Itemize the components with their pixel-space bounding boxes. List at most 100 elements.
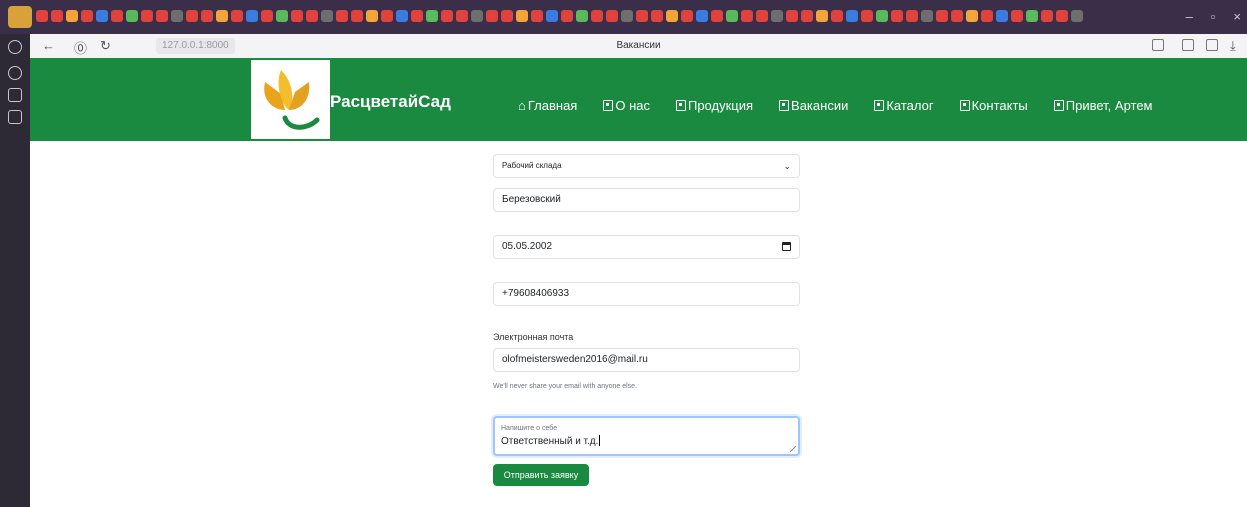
tab-favicon-icon[interactable] bbox=[336, 10, 348, 22]
tab-favicon-icon[interactable] bbox=[411, 10, 423, 22]
tab-favicon-icon[interactable] bbox=[741, 10, 753, 22]
submit-button[interactable]: Отправить заявку bbox=[493, 464, 589, 486]
tab-favicon-icon[interactable] bbox=[666, 10, 678, 22]
email-field[interactable]: olofmeistersweden2016@mail.ru bbox=[493, 348, 800, 372]
bookmark-icon[interactable] bbox=[1152, 39, 1164, 51]
tab-favicon-icon[interactable] bbox=[471, 10, 483, 22]
tab-favicon-icon[interactable] bbox=[291, 10, 303, 22]
tab-favicon-icon[interactable] bbox=[141, 10, 153, 22]
tab-favicon-icon[interactable] bbox=[681, 10, 693, 22]
nav-item-6[interactable]: Привет, Артем bbox=[1053, 98, 1153, 113]
screenshot-icon[interactable] bbox=[1182, 39, 1194, 51]
tab-favicon-icon[interactable] bbox=[576, 10, 588, 22]
tab-favicon-icon[interactable] bbox=[966, 10, 978, 22]
nav-item-5[interactable]: Контакты bbox=[959, 98, 1028, 113]
tab-favicon-icon[interactable] bbox=[846, 10, 858, 22]
minimize-icon[interactable]: – bbox=[1186, 9, 1193, 24]
tab-favicon-icon[interactable] bbox=[486, 10, 498, 22]
tab-favicon-icon[interactable] bbox=[621, 10, 633, 22]
nav-item-1[interactable]: О нас bbox=[603, 98, 650, 113]
tab-favicon-icon[interactable] bbox=[381, 10, 393, 22]
close-icon[interactable]: × bbox=[1233, 9, 1241, 24]
history-icon[interactable] bbox=[8, 40, 22, 54]
tab-favicon-icon[interactable] bbox=[921, 10, 933, 22]
tab-favicon-icon[interactable] bbox=[441, 10, 453, 22]
tab-favicon-icon[interactable] bbox=[1026, 10, 1038, 22]
tab-favicon-icon[interactable] bbox=[696, 10, 708, 22]
tab-favicon-icon[interactable] bbox=[891, 10, 903, 22]
tab-favicon-icon[interactable] bbox=[606, 10, 618, 22]
tab-favicon-icon[interactable] bbox=[561, 10, 573, 22]
tab-favicon-icon[interactable] bbox=[201, 10, 213, 22]
site-brand[interactable]: РасцветайСад bbox=[330, 92, 451, 112]
tab-favicon-icon[interactable] bbox=[1041, 10, 1053, 22]
player-icon[interactable] bbox=[8, 66, 22, 80]
calendar-icon[interactable] bbox=[782, 242, 791, 251]
tab-favicon-icon[interactable] bbox=[906, 10, 918, 22]
tab-favicon-icon[interactable] bbox=[636, 10, 648, 22]
tab-favicon-icon[interactable] bbox=[651, 10, 663, 22]
tab-favicon-icon[interactable] bbox=[51, 10, 63, 22]
birth-date-field[interactable]: 05.05.2002 bbox=[493, 235, 800, 259]
tab-favicon-icon[interactable] bbox=[711, 10, 723, 22]
tab-strip[interactable] bbox=[36, 8, 1126, 26]
tab-favicon-icon[interactable] bbox=[996, 10, 1008, 22]
tab-favicon-icon[interactable] bbox=[831, 10, 843, 22]
tab-favicon-icon[interactable] bbox=[1056, 10, 1068, 22]
tab-favicon-icon[interactable] bbox=[366, 10, 378, 22]
tab-favicon-icon[interactable] bbox=[396, 10, 408, 22]
tab-favicon-icon[interactable] bbox=[216, 10, 228, 22]
extensions-icon[interactable] bbox=[1206, 39, 1218, 51]
tab-favicon-icon[interactable] bbox=[801, 10, 813, 22]
tab-favicon-icon[interactable] bbox=[111, 10, 123, 22]
surname-field[interactable]: Березовский bbox=[493, 188, 800, 212]
tab-favicon-icon[interactable] bbox=[516, 10, 528, 22]
tab-favicon-icon[interactable] bbox=[306, 10, 318, 22]
tab-favicon-icon[interactable] bbox=[81, 10, 93, 22]
position-select[interactable]: Рабочий склада ⌄ bbox=[493, 154, 800, 178]
tab-favicon-icon[interactable] bbox=[591, 10, 603, 22]
tab-favicon-icon[interactable] bbox=[1071, 10, 1083, 22]
tab-favicon-icon[interactable] bbox=[816, 10, 828, 22]
tab-favicon-icon[interactable] bbox=[96, 10, 108, 22]
download-icon[interactable]: ⤓ bbox=[1230, 38, 1236, 54]
tab-favicon-icon[interactable] bbox=[756, 10, 768, 22]
tab-favicon-icon[interactable] bbox=[531, 10, 543, 22]
tab-favicon-icon[interactable] bbox=[786, 10, 798, 22]
tab-favicon-icon[interactable] bbox=[501, 10, 513, 22]
maximize-icon[interactable]: ▫ bbox=[1211, 9, 1216, 24]
tab-favicon-icon[interactable] bbox=[771, 10, 783, 22]
tab-favicon-icon[interactable] bbox=[861, 10, 873, 22]
tab-favicon-icon[interactable] bbox=[156, 10, 168, 22]
tab-favicon-icon[interactable] bbox=[1011, 10, 1023, 22]
browser-profile-icon[interactable] bbox=[8, 6, 32, 28]
nav-item-3[interactable]: Вакансии bbox=[779, 98, 848, 113]
vpn-icon[interactable] bbox=[8, 88, 22, 102]
tabs-icon[interactable] bbox=[8, 110, 22, 124]
tab-favicon-icon[interactable] bbox=[36, 10, 48, 22]
tab-favicon-icon[interactable] bbox=[231, 10, 243, 22]
tab-favicon-icon[interactable] bbox=[726, 10, 738, 22]
tab-favicon-icon[interactable] bbox=[426, 10, 438, 22]
about-textarea[interactable]: Напишите о себе Ответственный и т.д. bbox=[493, 416, 800, 456]
tab-favicon-icon[interactable] bbox=[126, 10, 138, 22]
tab-favicon-icon[interactable] bbox=[246, 10, 258, 22]
phone-field[interactable]: +79608406933 bbox=[493, 282, 800, 306]
resize-handle[interactable] bbox=[790, 446, 796, 452]
nav-item-2[interactable]: Продукция bbox=[675, 98, 753, 113]
tab-favicon-icon[interactable] bbox=[186, 10, 198, 22]
tab-favicon-icon[interactable] bbox=[66, 10, 78, 22]
tab-favicon-icon[interactable] bbox=[321, 10, 333, 22]
nav-item-0[interactable]: ⌂ Главная bbox=[518, 98, 577, 113]
tab-favicon-icon[interactable] bbox=[456, 10, 468, 22]
tab-favicon-icon[interactable] bbox=[876, 10, 888, 22]
tab-favicon-icon[interactable] bbox=[981, 10, 993, 22]
tab-favicon-icon[interactable] bbox=[546, 10, 558, 22]
site-logo[interactable] bbox=[251, 60, 330, 139]
tab-favicon-icon[interactable] bbox=[261, 10, 273, 22]
tab-favicon-icon[interactable] bbox=[936, 10, 948, 22]
nav-item-4[interactable]: Каталог bbox=[874, 98, 934, 113]
tab-favicon-icon[interactable] bbox=[171, 10, 183, 22]
tab-favicon-icon[interactable] bbox=[276, 10, 288, 22]
tab-favicon-icon[interactable] bbox=[951, 10, 963, 22]
